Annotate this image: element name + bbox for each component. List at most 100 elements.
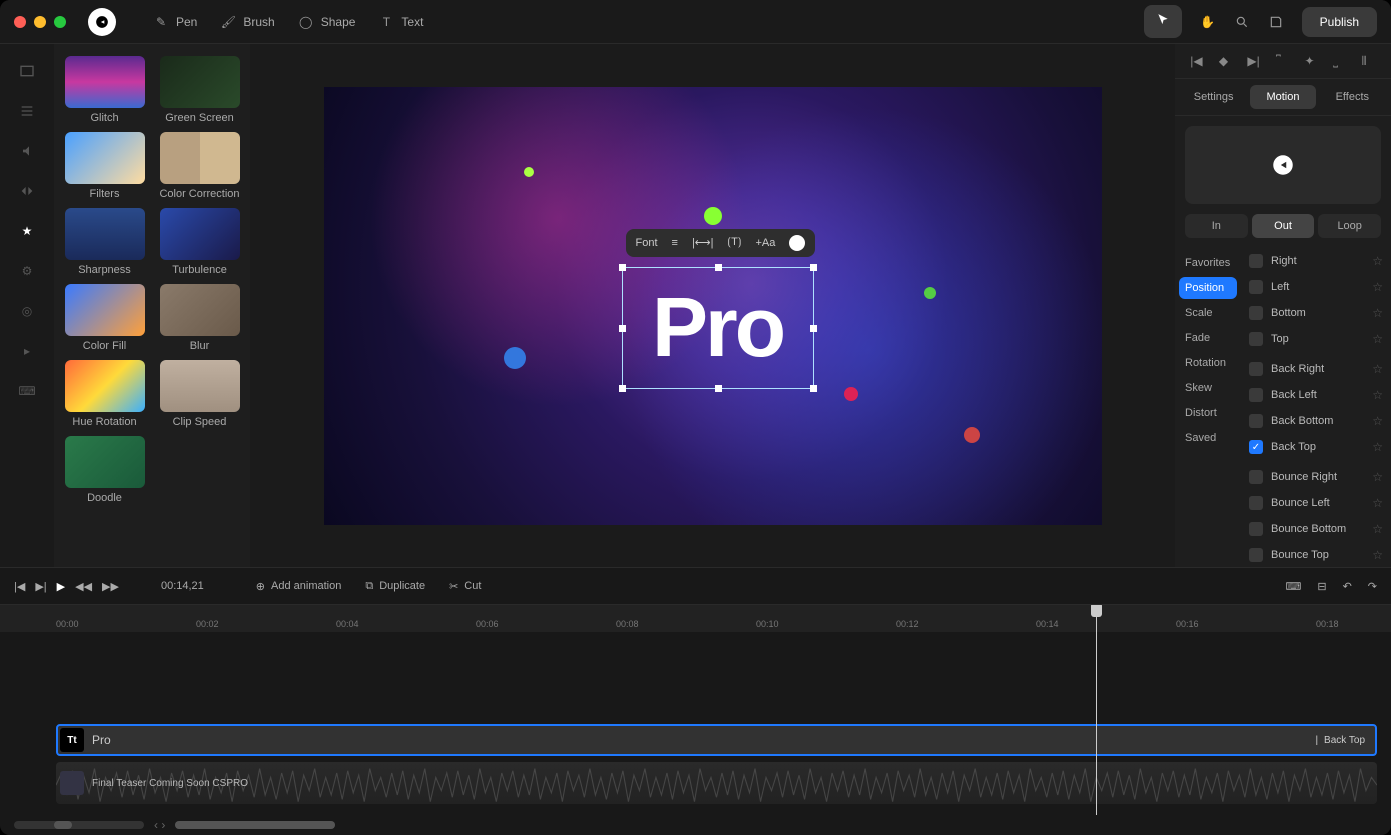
record-tab[interactable]: ◎: [18, 302, 36, 320]
align-bottom-icon[interactable]: ⎵: [1333, 54, 1347, 68]
favorite-star-icon[interactable]: ☆: [1372, 388, 1383, 402]
effect-turbulence[interactable]: Turbulence: [157, 208, 242, 276]
motion-checkbox[interactable]: [1249, 332, 1263, 346]
resize-handle-sw[interactable]: [619, 385, 626, 392]
playhead[interactable]: [1096, 605, 1097, 632]
publish-button[interactable]: Publish: [1302, 7, 1377, 37]
playhead-line[interactable]: [1096, 632, 1097, 815]
inspector-tab-effects[interactable]: Effects: [1320, 85, 1385, 109]
motion-bounce-right[interactable]: Bounce Right☆: [1247, 466, 1385, 488]
resize-handle-n[interactable]: [715, 264, 722, 271]
snap-icon[interactable]: ⊟: [1317, 580, 1326, 593]
motion-bottom[interactable]: Bottom☆: [1247, 302, 1385, 324]
motion-bounce-left[interactable]: Bounce Left☆: [1247, 492, 1385, 514]
resize-handle-ne[interactable]: [810, 264, 817, 271]
motion-checkbox[interactable]: [1249, 280, 1263, 294]
maximize-window[interactable]: [54, 16, 66, 28]
align-button[interactable]: ≡: [672, 237, 678, 249]
text-selection-box[interactable]: Pro: [622, 267, 814, 389]
motion-checkbox[interactable]: ✓: [1249, 440, 1263, 454]
redo-button[interactable]: ↷: [1368, 580, 1377, 593]
resize-handle-w[interactable]: [619, 325, 626, 332]
audio-clip[interactable]: Final Teaser Coming Soon CSPRO: [56, 762, 1377, 804]
align-left-icon[interactable]: |◀: [1190, 54, 1204, 68]
forward-button[interactable]: ▶▶: [102, 580, 119, 593]
favorite-star-icon[interactable]: ☆: [1372, 254, 1383, 268]
go-start-button[interactable]: |◀: [14, 580, 25, 593]
motion-right[interactable]: Right☆: [1247, 250, 1385, 272]
rewind-button[interactable]: ◀◀: [75, 580, 92, 593]
export-tab[interactable]: ▸: [18, 342, 36, 360]
keyboard-tab[interactable]: ⌨: [18, 382, 36, 400]
horizontal-scrollbar[interactable]: [175, 821, 335, 829]
effect-green-screen[interactable]: Green Screen: [157, 56, 242, 124]
brush-tool[interactable]: 🖌Brush: [221, 15, 274, 29]
distribute-icon[interactable]: ⫴: [1362, 54, 1376, 68]
search-button[interactable]: [1234, 14, 1250, 30]
keyboard-icon[interactable]: ⌨: [1285, 580, 1301, 593]
resize-handle-nw[interactable]: [619, 264, 626, 271]
shape-tool[interactable]: ◯Shape: [299, 15, 356, 29]
motion-top[interactable]: Top☆: [1247, 328, 1385, 350]
spacing-button[interactable]: |⟷|: [692, 236, 713, 249]
cursor-mode-button[interactable]: [1144, 5, 1182, 38]
text-tool[interactable]: TText: [379, 15, 423, 29]
align-center-h-icon[interactable]: ◆: [1219, 54, 1233, 68]
cut-button[interactable]: ✂Cut: [449, 580, 481, 593]
io-tab-out[interactable]: Out: [1252, 214, 1315, 238]
settings-tab[interactable]: ⚙: [18, 262, 36, 280]
motion-checkbox[interactable]: [1249, 254, 1263, 268]
favorite-star-icon[interactable]: ☆: [1372, 280, 1383, 294]
color-picker[interactable]: [789, 235, 805, 251]
duplicate-button[interactable]: ⧉Duplicate: [365, 580, 425, 593]
text-box-button[interactable]: ⟮T⟯: [727, 236, 741, 249]
motion-category-favorites[interactable]: Favorites: [1179, 252, 1237, 274]
motion-back-left[interactable]: Back Left☆: [1247, 384, 1385, 406]
play-button[interactable]: ▶: [57, 580, 65, 593]
close-window[interactable]: [14, 16, 26, 28]
font-picker[interactable]: Font: [636, 237, 658, 249]
clips-tab[interactable]: [18, 102, 36, 120]
effect-blur[interactable]: Blur: [157, 284, 242, 352]
favorite-star-icon[interactable]: ☆: [1372, 440, 1383, 454]
inspector-tab-settings[interactable]: Settings: [1181, 85, 1246, 109]
motion-checkbox[interactable]: [1249, 388, 1263, 402]
align-top-icon[interactable]: ⎴: [1276, 54, 1290, 68]
pen-tool[interactable]: ✎Pen: [154, 15, 197, 29]
effect-glitch[interactable]: Glitch: [62, 56, 147, 124]
motion-bounce-top[interactable]: Bounce Top☆: [1247, 544, 1385, 566]
motion-category-scale[interactable]: Scale: [1179, 302, 1237, 324]
add-animation-button[interactable]: ⊕Add animation: [256, 580, 342, 593]
favorite-star-icon[interactable]: ☆: [1372, 548, 1383, 562]
save-button[interactable]: [1268, 14, 1284, 30]
favorite-star-icon[interactable]: ☆: [1372, 362, 1383, 376]
time-ruler[interactable]: 00:0000:0200:0400:0600:0800:1000:1200:14…: [0, 604, 1391, 632]
favorite-star-icon[interactable]: ☆: [1372, 306, 1383, 320]
motion-back-right[interactable]: Back Right☆: [1247, 358, 1385, 380]
effect-doodle[interactable]: Doodle: [62, 436, 147, 504]
favorite-star-icon[interactable]: ☆: [1372, 522, 1383, 536]
undo-button[interactable]: ↶: [1343, 580, 1352, 593]
align-right-icon[interactable]: ▶|: [1247, 54, 1261, 68]
motion-checkbox[interactable]: [1249, 362, 1263, 376]
motion-checkbox[interactable]: [1249, 306, 1263, 320]
effect-hue-rotation[interactable]: Hue Rotation: [62, 360, 147, 428]
transitions-tab[interactable]: [18, 182, 36, 200]
motion-checkbox[interactable]: [1249, 414, 1263, 428]
align-center-v-icon[interactable]: ✦: [1305, 54, 1319, 68]
effect-sharpness[interactable]: Sharpness: [62, 208, 147, 276]
motion-category-skew[interactable]: Skew: [1179, 377, 1237, 399]
resize-handle-se[interactable]: [810, 385, 817, 392]
motion-back-top[interactable]: ✓Back Top☆: [1247, 436, 1385, 458]
motion-category-rotation[interactable]: Rotation: [1179, 352, 1237, 374]
canvas-text[interactable]: Pro: [652, 279, 783, 376]
effect-color-fill[interactable]: Color Fill: [62, 284, 147, 352]
minimize-window[interactable]: [34, 16, 46, 28]
motion-left[interactable]: Left☆: [1247, 276, 1385, 298]
motion-checkbox[interactable]: [1249, 496, 1263, 510]
media-tab[interactable]: [18, 62, 36, 80]
motion-checkbox[interactable]: [1249, 548, 1263, 562]
video-canvas[interactable]: Font ≡ |⟷| ⟮T⟯ +Aa Pro: [324, 87, 1102, 525]
audio-tab[interactable]: [18, 142, 36, 160]
effects-tab[interactable]: ★: [18, 222, 36, 240]
